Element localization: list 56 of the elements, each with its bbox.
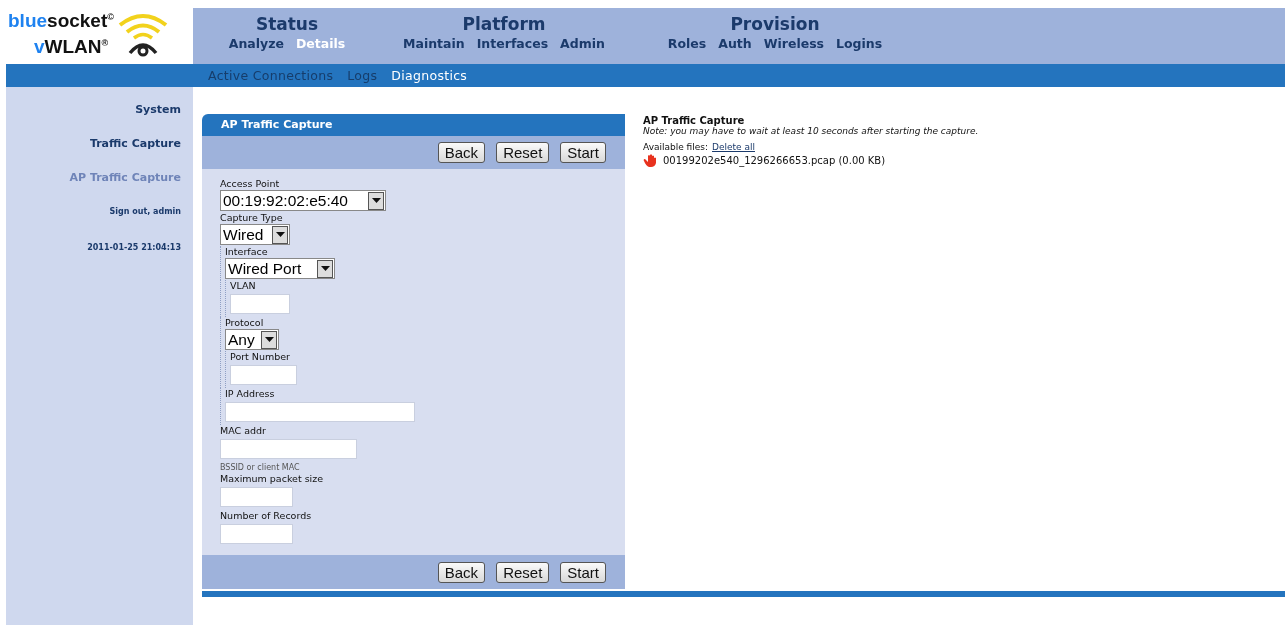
field-label: Capture Type [220, 212, 283, 224]
sidebar-item[interactable]: Traffic Capture [89, 137, 181, 150]
form-button[interactable]: Back [437, 561, 486, 583]
form-button[interactable]: Start [560, 142, 606, 163]
nav-link[interactable]: Wireless [763, 36, 825, 51]
form-button[interactable]: Reset [496, 142, 550, 163]
caret-icon [317, 259, 333, 278]
dropdown[interactable]: Wired Port [225, 258, 335, 279]
field-label: Maximum packet size [220, 473, 324, 485]
field-label: Port Number [230, 351, 290, 363]
nav-group-title: Platform [462, 14, 546, 34]
input-field[interactable] [220, 524, 293, 544]
dropdown[interactable]: Any [225, 329, 279, 350]
input-field[interactable] [220, 439, 357, 459]
logo: bluesocket$^{©}$ vWLAN$^{®}$ [8, 9, 114, 59]
field-hint: BSSID or client MAC [220, 463, 300, 472]
nav-link[interactable]: Analyze [228, 36, 284, 51]
caret-icon [368, 191, 384, 210]
nav-link[interactable]: Admin [560, 36, 605, 51]
nav-group-title: Status [255, 14, 319, 34]
input-field[interactable] [230, 294, 290, 314]
input-field[interactable] [220, 487, 293, 507]
subnav-link[interactable]: Diagnostics [391, 68, 468, 83]
nav-link[interactable]: Logins [836, 36, 883, 51]
delete-all-link[interactable]: Delete all [712, 142, 755, 152]
section-title: AP Traffic Capture [643, 115, 745, 126]
field-label: VLAN [230, 280, 256, 292]
wireless-signal-icon [117, 11, 168, 57]
field-label: Interface [225, 246, 268, 258]
input-field[interactable] [225, 402, 415, 422]
panel-header: AP Traffic Capture [202, 114, 625, 136]
hand-icon[interactable] [643, 154, 657, 167]
field-label: IP Address [225, 388, 275, 400]
note-text: Note: you may have to wait at least 10 seconds after starting the capture. [643, 126, 979, 136]
date-time: 2011-01-25 21:04:13 [87, 243, 181, 252]
field-label: Access Point [220, 178, 280, 190]
sign-out-link[interactable]: Sign out, admin [109, 207, 181, 216]
nav-link[interactable]: Auth [718, 36, 752, 51]
nav-group-title: Provision [730, 14, 820, 34]
files-label: Available files: [643, 142, 709, 152]
field-label: Protocol [225, 317, 264, 329]
field-label: Number of Records [220, 510, 312, 522]
form-button[interactable]: Reset [496, 561, 550, 583]
nav-link[interactable]: Roles [667, 36, 707, 51]
file-name: 00199202e540_1296266653.pcap (0.00 KB) [663, 155, 886, 166]
sidebar-item[interactable]: System [135, 103, 181, 116]
form-button[interactable]: Start [560, 561, 606, 583]
form-button[interactable]: Back [437, 142, 486, 163]
caret-icon [272, 225, 288, 244]
dropdown[interactable]: Wired [220, 224, 290, 245]
dropdown[interactable]: 00:19:92:02:e5:40 [220, 190, 386, 211]
nav-link[interactable]: Interfaces [476, 36, 549, 51]
input-field[interactable] [230, 365, 297, 385]
nav-link[interactable]: Maintain [403, 36, 465, 51]
caret-icon [261, 330, 277, 349]
field-label: MAC addr [220, 425, 266, 437]
